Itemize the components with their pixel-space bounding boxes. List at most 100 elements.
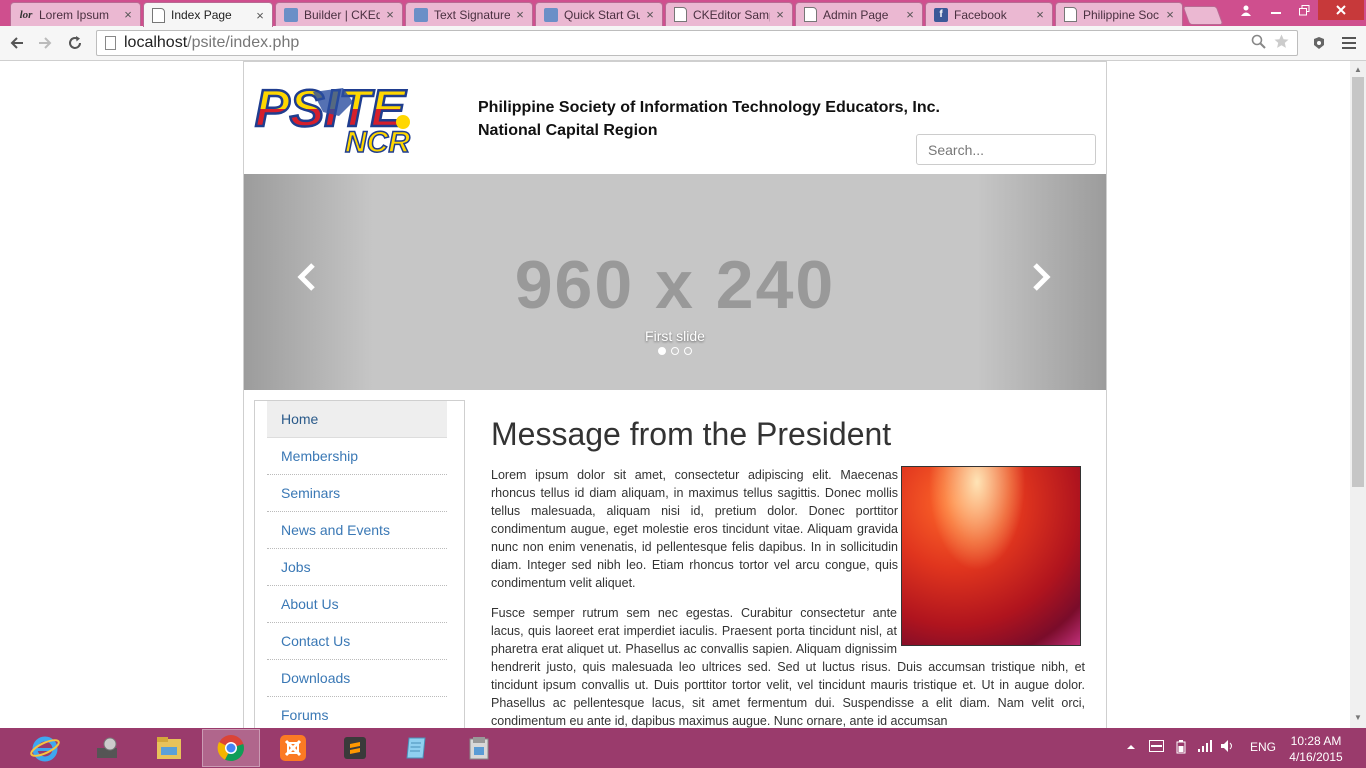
close-window-icon[interactable]	[1318, 0, 1364, 20]
organization-region: National Capital Region	[478, 122, 658, 139]
menu-hamburger-icon[interactable]	[1338, 32, 1360, 54]
search-zoom-icon[interactable]	[1251, 34, 1266, 53]
tab-index-page[interactable]: Index Page ×	[143, 2, 273, 27]
tab-close-icon[interactable]: ×	[644, 7, 656, 22]
battery-icon[interactable]	[1174, 740, 1188, 757]
action-center-icon[interactable]	[1149, 740, 1164, 755]
tab-close-icon[interactable]: ×	[514, 7, 526, 22]
scroll-up-arrow-icon[interactable]: ▲	[1354, 65, 1362, 74]
tab-label: Index Page	[171, 8, 232, 22]
content-heading: Message from the President	[491, 416, 892, 452]
doc-favicon-icon	[284, 7, 298, 22]
tab-lorem-ipsum[interactable]: lor Lorem Ipsum ×	[10, 2, 141, 26]
tab-text-signature[interactable]: Text Signature ×	[405, 2, 533, 26]
new-tab-button[interactable]	[1182, 6, 1224, 25]
nav-item-seminars[interactable]: Seminars	[267, 475, 447, 512]
url-host: localhost	[124, 34, 188, 51]
tray-expand-icon[interactable]	[1127, 740, 1135, 754]
organization-title: Philippine Society of Information Techno…	[478, 96, 940, 142]
nav-item-membership[interactable]: Membership	[267, 438, 447, 475]
carousel-prev-icon[interactable]	[296, 262, 318, 301]
page-viewport: PSITE NCR Philippine Society of Informat…	[0, 61, 1350, 728]
psite-ncr-logo[interactable]: PSITE NCR	[253, 79, 465, 160]
page-scrollbar[interactable]: ▲ ▼	[1350, 61, 1366, 728]
reload-icon[interactable]	[64, 32, 86, 54]
file-explorer-icon[interactable]	[140, 729, 198, 767]
clock-time: 10:28 AM	[1290, 734, 1342, 748]
tab-close-icon[interactable]: ×	[254, 8, 266, 23]
installer-icon[interactable]	[450, 729, 508, 767]
windows-taskbar: ENG 10:28 AM 4/16/2015	[0, 728, 1366, 768]
tab-label: Facebook	[954, 7, 1007, 22]
bookmark-star-icon[interactable]	[1274, 34, 1289, 53]
tab-close-icon[interactable]: ×	[384, 7, 396, 22]
nav-item-contact-us[interactable]: Contact Us	[267, 623, 447, 660]
tab-close-icon[interactable]: ×	[122, 7, 134, 22]
url-text[interactable]: localhost/psite/index.php	[124, 34, 1251, 52]
sidebar-nav: Home Membership Seminars News and Events…	[254, 400, 465, 728]
doc-favicon-icon	[544, 7, 558, 22]
tab-label: Lorem Ipsum	[39, 7, 110, 22]
main-content: Message from the President Lorem ipsum d…	[491, 414, 1085, 728]
carousel-indicator-1[interactable]	[658, 347, 666, 355]
lorem-favicon-icon: lor	[19, 8, 33, 21]
minimize-icon[interactable]	[1262, 0, 1290, 20]
page-favicon-icon	[674, 7, 687, 22]
user-profile-icon[interactable]	[1232, 0, 1260, 20]
language-indicator[interactable]: ENG	[1250, 740, 1276, 754]
carousel-indicators	[244, 347, 1106, 355]
network-signal-icon[interactable]	[1198, 740, 1212, 755]
restore-icon[interactable]	[1290, 0, 1318, 20]
tab-close-icon[interactable]: ×	[904, 7, 916, 22]
nav-item-forums[interactable]: Forums	[267, 697, 447, 728]
address-bar[interactable]: localhost/psite/index.php	[96, 30, 1298, 56]
tab-builder-ckeditor[interactable]: Builder | CKEd ×	[275, 2, 403, 26]
xampp-icon[interactable]	[264, 729, 322, 767]
url-path: /psite/index.php	[187, 34, 300, 51]
tab-label: Builder | CKEd	[304, 7, 380, 22]
volume-icon[interactable]	[1221, 740, 1235, 755]
carousel-indicator-3[interactable]	[684, 347, 692, 355]
nav-item-home[interactable]: Home	[267, 401, 447, 438]
nav-item-news-and-events[interactable]: News and Events	[267, 512, 447, 549]
hero-carousel: 960 x 240 First slide	[244, 174, 1106, 390]
notepad-icon[interactable]	[388, 729, 446, 767]
float-spacer	[897, 604, 1085, 650]
tab-label: Admin Page	[823, 7, 889, 22]
tab-facebook[interactable]: f Facebook ×	[925, 2, 1053, 26]
tab-quick-start-guide[interactable]: Quick Start Gu ×	[535, 2, 663, 26]
internet-explorer-icon[interactable]	[16, 729, 74, 767]
carousel-next-icon[interactable]	[1030, 262, 1052, 301]
tab-philippine-society[interactable]: Philippine Soc ×	[1055, 2, 1183, 26]
system-clock[interactable]: 10:28 AM 4/16/2015	[1280, 733, 1352, 765]
organization-name: Philippine Society of Information Techno…	[478, 99, 940, 116]
content-paragraph-1: Lorem ipsum dolor sit amet, consectetur …	[491, 468, 898, 590]
extension-puzzle-icon[interactable]	[1308, 32, 1330, 54]
page-icon	[105, 36, 116, 50]
tab-close-icon[interactable]: ×	[774, 7, 786, 22]
facebook-favicon-icon: f	[934, 7, 948, 22]
tab-label: Quick Start Gu	[564, 7, 640, 22]
logo-ncr-text: NCR	[345, 126, 410, 156]
forward-arrow-icon[interactable]	[34, 32, 56, 54]
chrome-icon[interactable]	[202, 729, 260, 767]
scrollbar-thumb[interactable]	[1352, 77, 1364, 487]
tab-ckeditor-samples[interactable]: CKEditor Samp ×	[665, 2, 793, 26]
site-search-input[interactable]	[916, 134, 1096, 165]
nav-item-about-us[interactable]: About Us	[267, 586, 447, 623]
sublime-text-icon[interactable]	[326, 729, 384, 767]
carousel-indicator-2[interactable]	[671, 347, 679, 355]
tab-label: CKEditor Samp	[693, 7, 770, 22]
tab-close-icon[interactable]: ×	[1164, 7, 1176, 22]
tab-admin-page[interactable]: Admin Page ×	[795, 2, 923, 26]
settings-tool-icon[interactable]	[78, 729, 136, 767]
back-arrow-icon[interactable]	[6, 32, 28, 54]
page-container: PSITE NCR Philippine Society of Informat…	[243, 61, 1107, 728]
nav-item-downloads[interactable]: Downloads	[267, 660, 447, 697]
doc-favicon-icon	[414, 7, 428, 22]
tab-close-icon[interactable]: ×	[1034, 7, 1046, 22]
scroll-down-arrow-icon[interactable]: ▼	[1354, 713, 1362, 722]
page-favicon-icon	[152, 7, 165, 23]
nav-item-jobs[interactable]: Jobs	[267, 549, 447, 586]
tab-label: Philippine Soc	[1083, 7, 1160, 22]
